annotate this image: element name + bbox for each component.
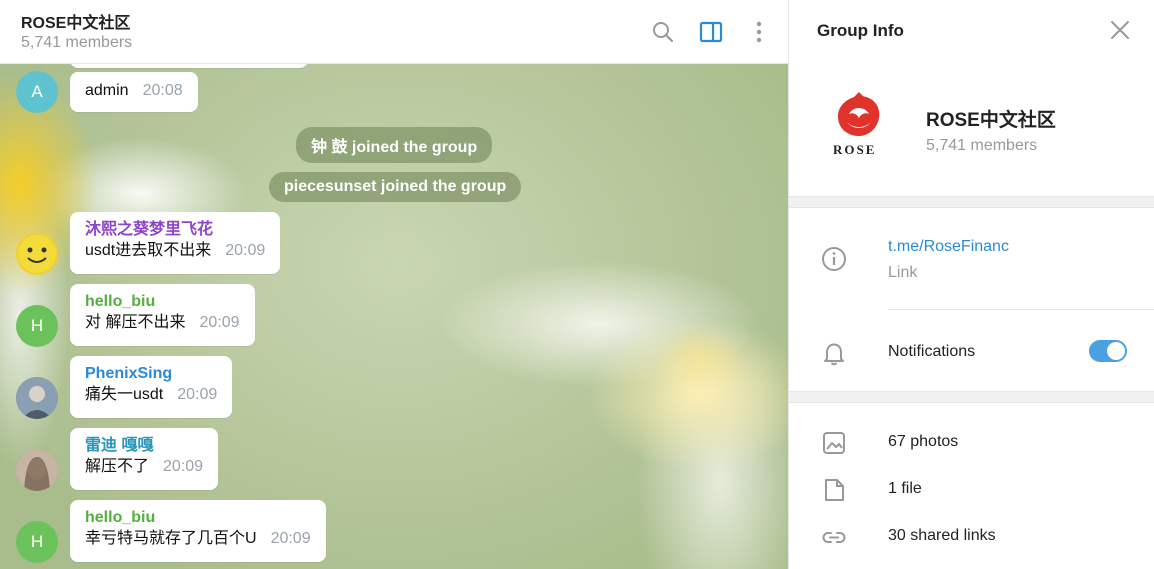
avatar[interactable]	[16, 377, 58, 419]
message-text: usdt进去取不出来	[85, 242, 212, 259]
group-name: ROSE中文社区	[926, 110, 1056, 131]
message-text: 解压不了	[85, 458, 150, 475]
message-time: 20:09	[225, 242, 266, 259]
shared-files[interactable]: 1 file	[888, 480, 922, 498]
message-time: 20:09	[163, 458, 204, 475]
service-message: piecesunset joined the group	[269, 172, 522, 202]
chat-member-count: 5,741 members	[21, 34, 133, 51]
chat-title[interactable]: ROSE中文社区	[21, 9, 130, 33]
message-time: 20:09	[199, 314, 240, 331]
message-bubble[interactable]: 雷迪 嘎嘎 解压不了 20:09	[70, 428, 219, 490]
message-bubble[interactable]: hello_biu 对 解压不出来 20:09	[70, 284, 255, 346]
message-text: admin	[85, 82, 129, 99]
message-text: 对 解压不出来	[85, 314, 186, 331]
avatar[interactable]	[16, 449, 58, 491]
file-icon	[821, 477, 847, 503]
logo-text: ROSE	[833, 142, 877, 157]
message-sender[interactable]: 沐熙之葵梦里飞花	[85, 219, 265, 241]
message-bubble[interactable]: PhenixSing 痛失一usdt 20:09	[70, 356, 233, 418]
group-link[interactable]: t.me/RoseFinanc	[888, 238, 1009, 256]
chat-header[interactable]: ROSE中文社区 5,741 members	[0, 0, 788, 64]
message-time: 20:08	[142, 82, 183, 99]
photo-avatar-icon	[16, 377, 58, 419]
bell-icon	[821, 340, 847, 366]
message-bubble[interactable]: hello_biu 幸亏特马就存了几百个U 20:09	[70, 500, 326, 562]
group-info-title: Group Info	[817, 21, 904, 40]
info-icon	[821, 246, 847, 272]
section-divider	[789, 196, 1154, 208]
row-separator	[888, 309, 1154, 310]
photo-icon	[821, 430, 847, 456]
link-icon	[821, 524, 847, 550]
avatar[interactable]: H	[16, 305, 58, 347]
search-icon[interactable]	[650, 19, 676, 45]
service-message: 钟 鼓 joined the group	[296, 127, 493, 163]
avatar[interactable]: H	[16, 521, 58, 563]
message-sender[interactable]: hello_biu	[85, 507, 311, 529]
avatar[interactable]: A	[16, 71, 58, 113]
more-menu-icon[interactable]	[746, 19, 772, 45]
notifications-label: Notifications	[888, 343, 976, 360]
message-text: 幸亏特马就存了几百个U	[85, 530, 257, 547]
shared-links[interactable]: 30 shared links	[888, 527, 996, 545]
message-bubble[interactable]: 沐熙之葵梦里飞花 usdt进去取不出来 20:09	[70, 212, 281, 274]
avatar[interactable]	[16, 233, 58, 275]
group-logo[interactable]: ROSE	[829, 90, 889, 160]
message-time: 20:09	[177, 386, 218, 403]
smiley-avatar-icon	[18, 235, 56, 273]
message-sender[interactable]: 雷迪 嘎嘎	[85, 435, 203, 457]
sidebar-toggle-icon[interactable]	[698, 19, 724, 45]
message-bubble[interactable]: admin 20:08	[70, 72, 198, 112]
group-link-label: Link	[888, 264, 918, 281]
message-text: 痛失一usdt	[85, 386, 164, 403]
chat-panel: ROSE中文社区 5,741 members A admin 20:08 钟 鼓 …	[0, 0, 788, 569]
message-time: 20:09	[270, 530, 311, 547]
notifications-toggle[interactable]	[1089, 340, 1127, 362]
photo-avatar-icon	[16, 449, 58, 491]
message-sender[interactable]: hello_biu	[85, 291, 240, 313]
shared-photos[interactable]: 67 photos	[888, 433, 958, 451]
group-member-count: 5,741 members	[926, 137, 1038, 154]
group-info-panel: Group Info ROSE ROSE中文社区 5,741 members t…	[788, 0, 1154, 569]
section-divider	[789, 391, 1154, 403]
message-sender[interactable]: PhenixSing	[85, 363, 217, 385]
close-icon[interactable]	[1107, 17, 1133, 43]
